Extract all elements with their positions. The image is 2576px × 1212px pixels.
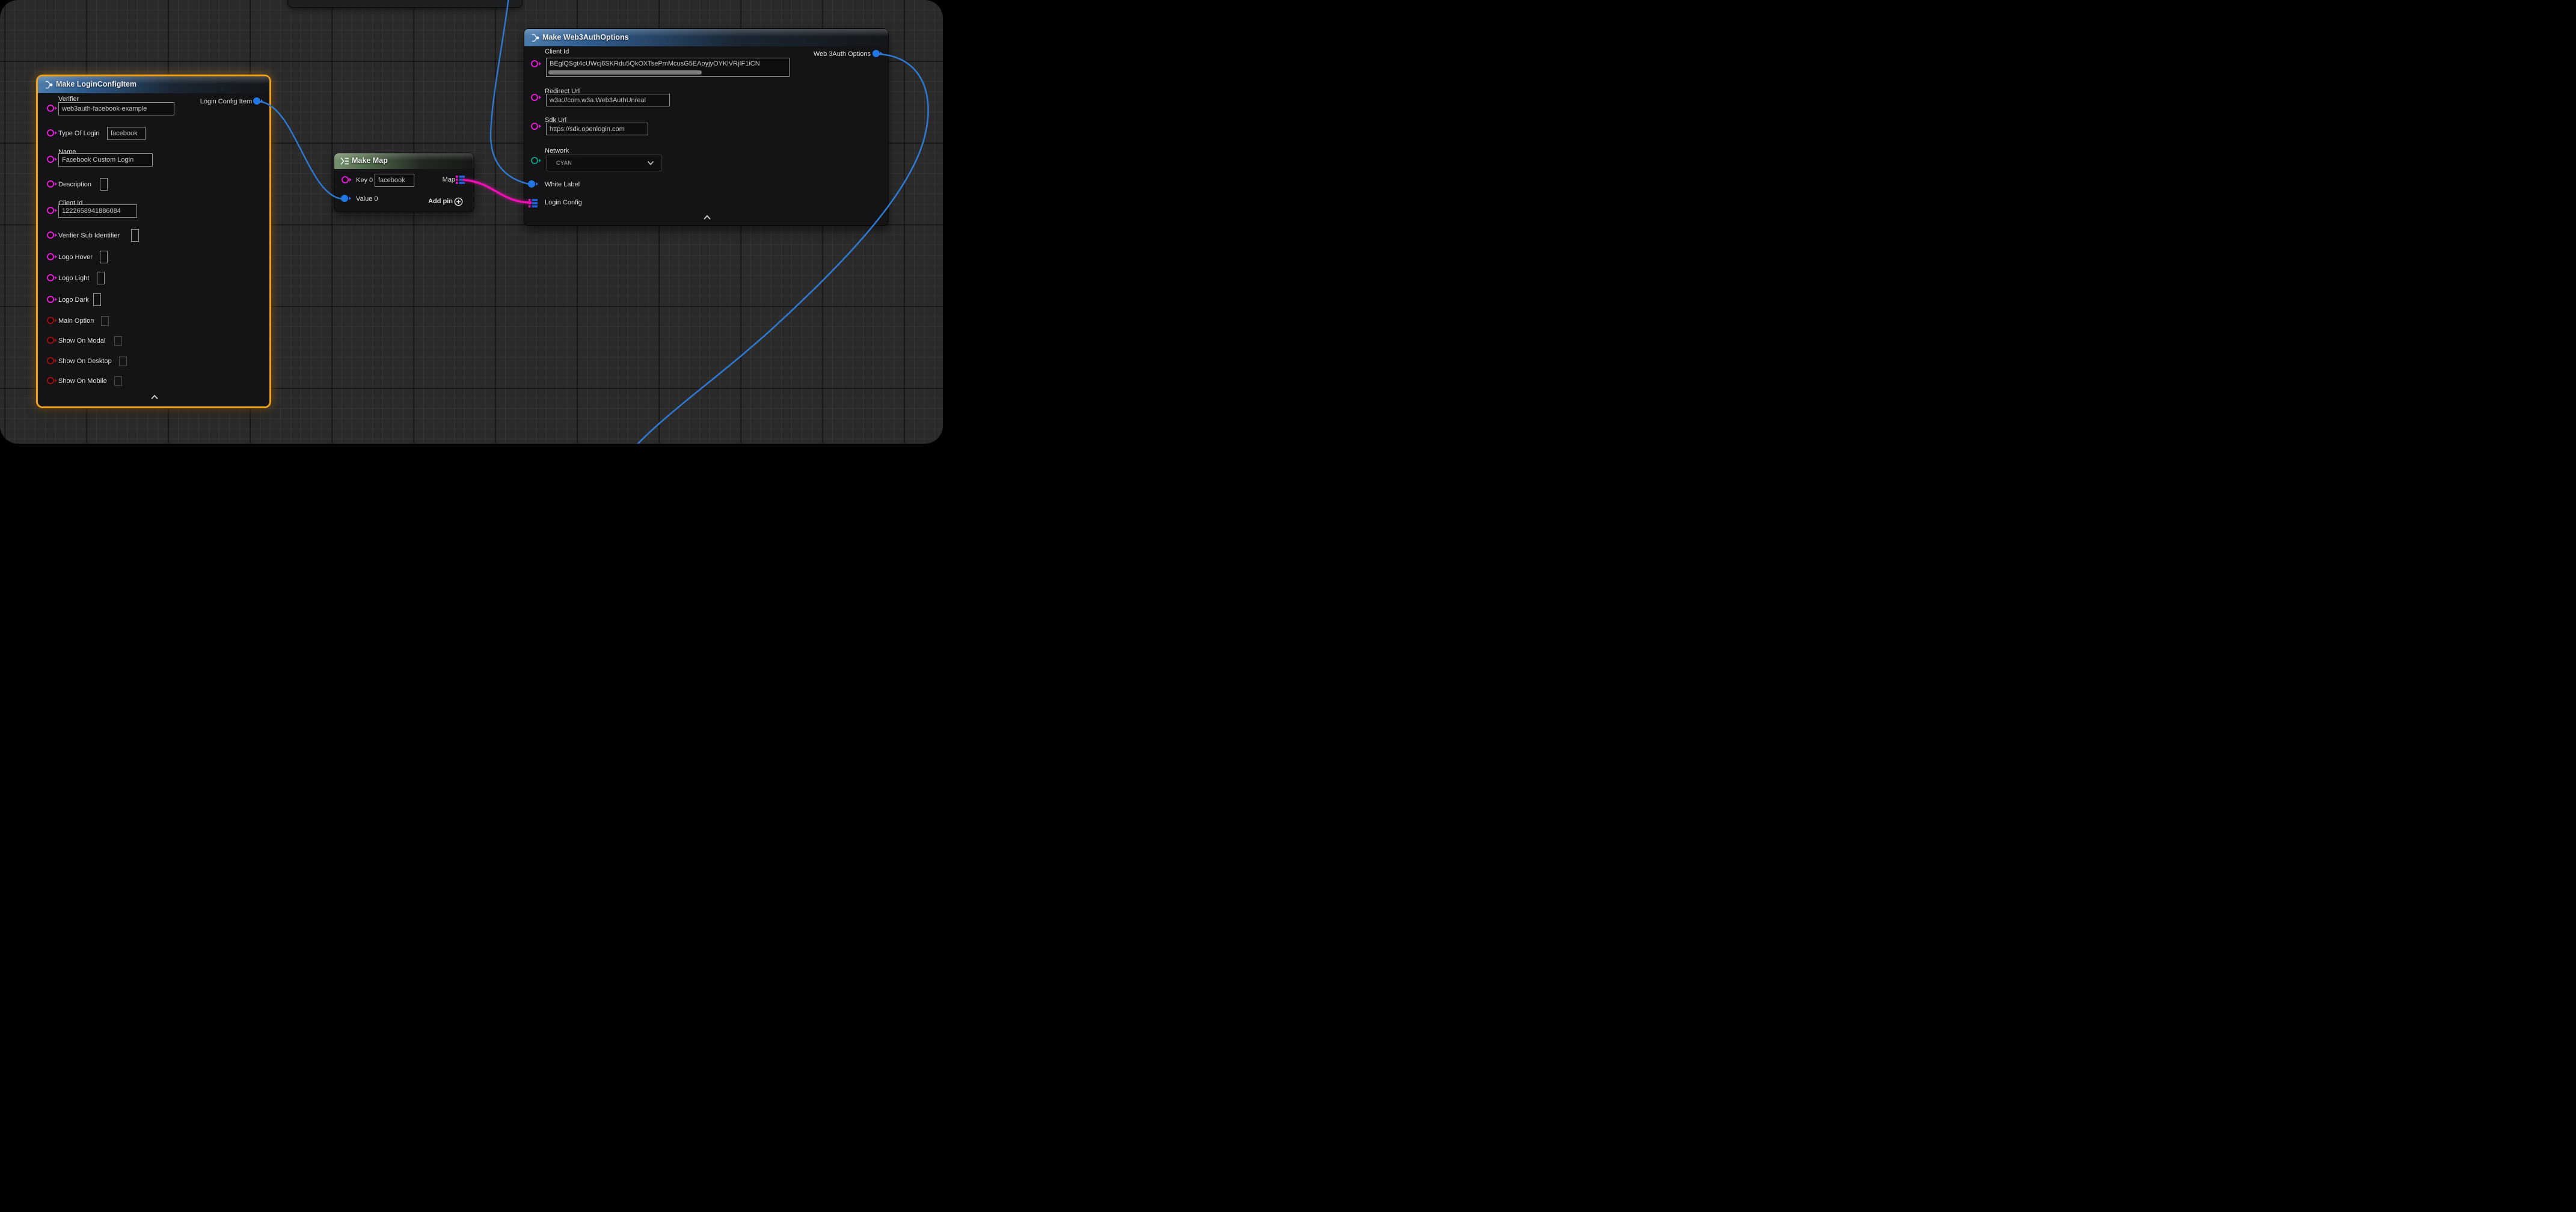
string-pin-logo-light[interactable] [47,274,54,281]
node-make-loginconfigitem[interactable]: Make LoginConfigItem Verifier web3auth-f… [38,76,269,406]
bool-pin-show-on-mobile[interactable] [47,377,54,384]
pin-label-show-on-mobile: Show On Mobile [58,376,107,386]
bool-pin-main-option[interactable] [47,317,54,324]
enum-pin-network[interactable] [531,157,538,164]
logo-hover-input[interactable] [100,251,108,263]
make-map-icon [340,157,350,165]
pin-label-description: Description [58,180,91,189]
add-pin-label[interactable]: Add pin [428,197,453,206]
collapse-chevron-icon[interactable] [703,215,711,220]
bool-pin-show-on-modal[interactable] [47,337,54,344]
node-make-map[interactable]: Make Map Key 0 facebook Map Value 0 Add … [334,153,474,212]
network-dropdown[interactable]: CYAN [546,155,662,171]
string-pin-name[interactable] [47,156,54,163]
sdk-url-input[interactable]: https://sdk.openlogin.com [546,123,648,135]
client-id-input[interactable]: BEglQSgt4cUWcj6SKRdu5QkOXTsePmMcusG5EAoy… [546,58,790,77]
key0-input[interactable]: facebook [375,174,414,187]
node-header[interactable]: Make LoginConfigItem [38,76,269,93]
node-header[interactable]: Make Map [334,153,474,169]
blueprint-editor: Make LoginConfigItem Verifier web3auth-f… [0,0,943,444]
string-pin-type-of-login[interactable] [47,129,54,136]
pin-label-logo-hover: Logo Hover [58,252,93,262]
show-on-desktop-checkbox[interactable] [119,357,127,366]
struct-pin-white-label[interactable] [528,180,535,188]
client-id-text: BEglQSgt4cUWcj6SKRdu5QkOXTsePmMcusG5EAoy… [550,60,760,67]
pin-label-map-out: Map [443,175,455,185]
wire-loginconfigitem-to-value0[interactable] [258,102,344,199]
string-pin-verifier-sub-identifier[interactable] [47,231,54,239]
type-of-login-input[interactable]: facebook [107,127,146,140]
node-make-web3authoptions[interactable]: Make Web3AuthOptions Client Id BEglQSgt4… [524,29,888,225]
network-value: CYAN [556,160,572,166]
client-id-input[interactable]: 1222658941886084 [58,204,137,218]
logo-light-input[interactable] [97,272,105,284]
pin-label-main-option: Main Option [58,316,94,326]
string-pin-redirect-url[interactable] [531,94,538,101]
struct-pin-value0[interactable] [341,195,348,202]
pin-label-value0: Value 0 [356,194,378,204]
pin-label-login-config: Login Config [545,198,582,207]
node-title: Make Map [352,156,388,165]
main-option-checkbox[interactable] [101,316,109,326]
pin-label-web3auth-options-out: Web 3Auth Options [814,49,871,59]
pin-label-logo-dark: Logo Dark [58,295,89,305]
map-pin-login-config[interactable] [529,199,538,207]
chevron-down-icon [647,161,654,165]
string-pin-key0[interactable] [342,176,349,183]
pin-label-logo-light: Logo Light [58,274,89,283]
logo-dark-input[interactable] [93,293,101,306]
verifier-input[interactable]: web3auth-facebook-example [58,102,174,115]
show-on-modal-checkbox[interactable] [114,336,122,346]
make-struct-icon [44,81,54,89]
offscreen-node-partial[interactable] [288,0,522,7]
string-pin-sdk-url[interactable] [531,123,538,130]
verifier-sub-identifier-input[interactable] [131,229,139,242]
name-input[interactable]: Facebook Custom Login [58,153,153,167]
node-header[interactable]: Make Web3AuthOptions [524,29,888,46]
redirect-url-input[interactable]: w3a://com.w3a.Web3AuthUnreal [546,94,670,106]
textbox-hscrollbar[interactable] [548,70,702,75]
pin-label-show-on-modal: Show On Modal [58,336,105,346]
bool-pin-show-on-desktop[interactable] [47,357,54,364]
pin-label-show-on-desktop: Show On Desktop [58,357,112,366]
node-title: Make Web3AuthOptions [542,33,629,41]
string-pin-client-id[interactable] [47,207,54,214]
string-pin-client-id[interactable] [531,60,538,67]
string-pin-logo-hover[interactable] [47,253,54,260]
add-pin-icon[interactable] [454,197,463,206]
node-title: Make LoginConfigItem [56,80,136,88]
string-pin-description[interactable] [47,180,54,188]
pin-label-login-config-item: Login Config Item [200,97,252,106]
pin-label-verifier-sub-identifier: Verifier Sub Identifier [58,231,120,240]
string-pin-verifier[interactable] [47,105,54,112]
collapse-chevron-icon[interactable] [150,394,159,400]
pin-label-client-id: Client Id [545,47,569,57]
graph-canvas[interactable]: Make LoginConfigItem Verifier web3auth-f… [0,0,943,444]
pin-label-white-label: White Label [545,180,580,189]
struct-pin-login-config-item-out[interactable] [253,97,260,105]
struct-pin-web3auth-options-out[interactable] [872,50,880,57]
make-struct-icon [530,34,540,42]
map-pin-out[interactable] [456,176,465,184]
pin-label-type-of-login: Type Of Login [58,129,100,138]
string-pin-logo-dark[interactable] [47,296,54,303]
pin-label-key0: Key 0 [356,176,373,185]
description-input[interactable] [100,178,108,191]
show-on-mobile-checkbox[interactable] [114,376,122,386]
